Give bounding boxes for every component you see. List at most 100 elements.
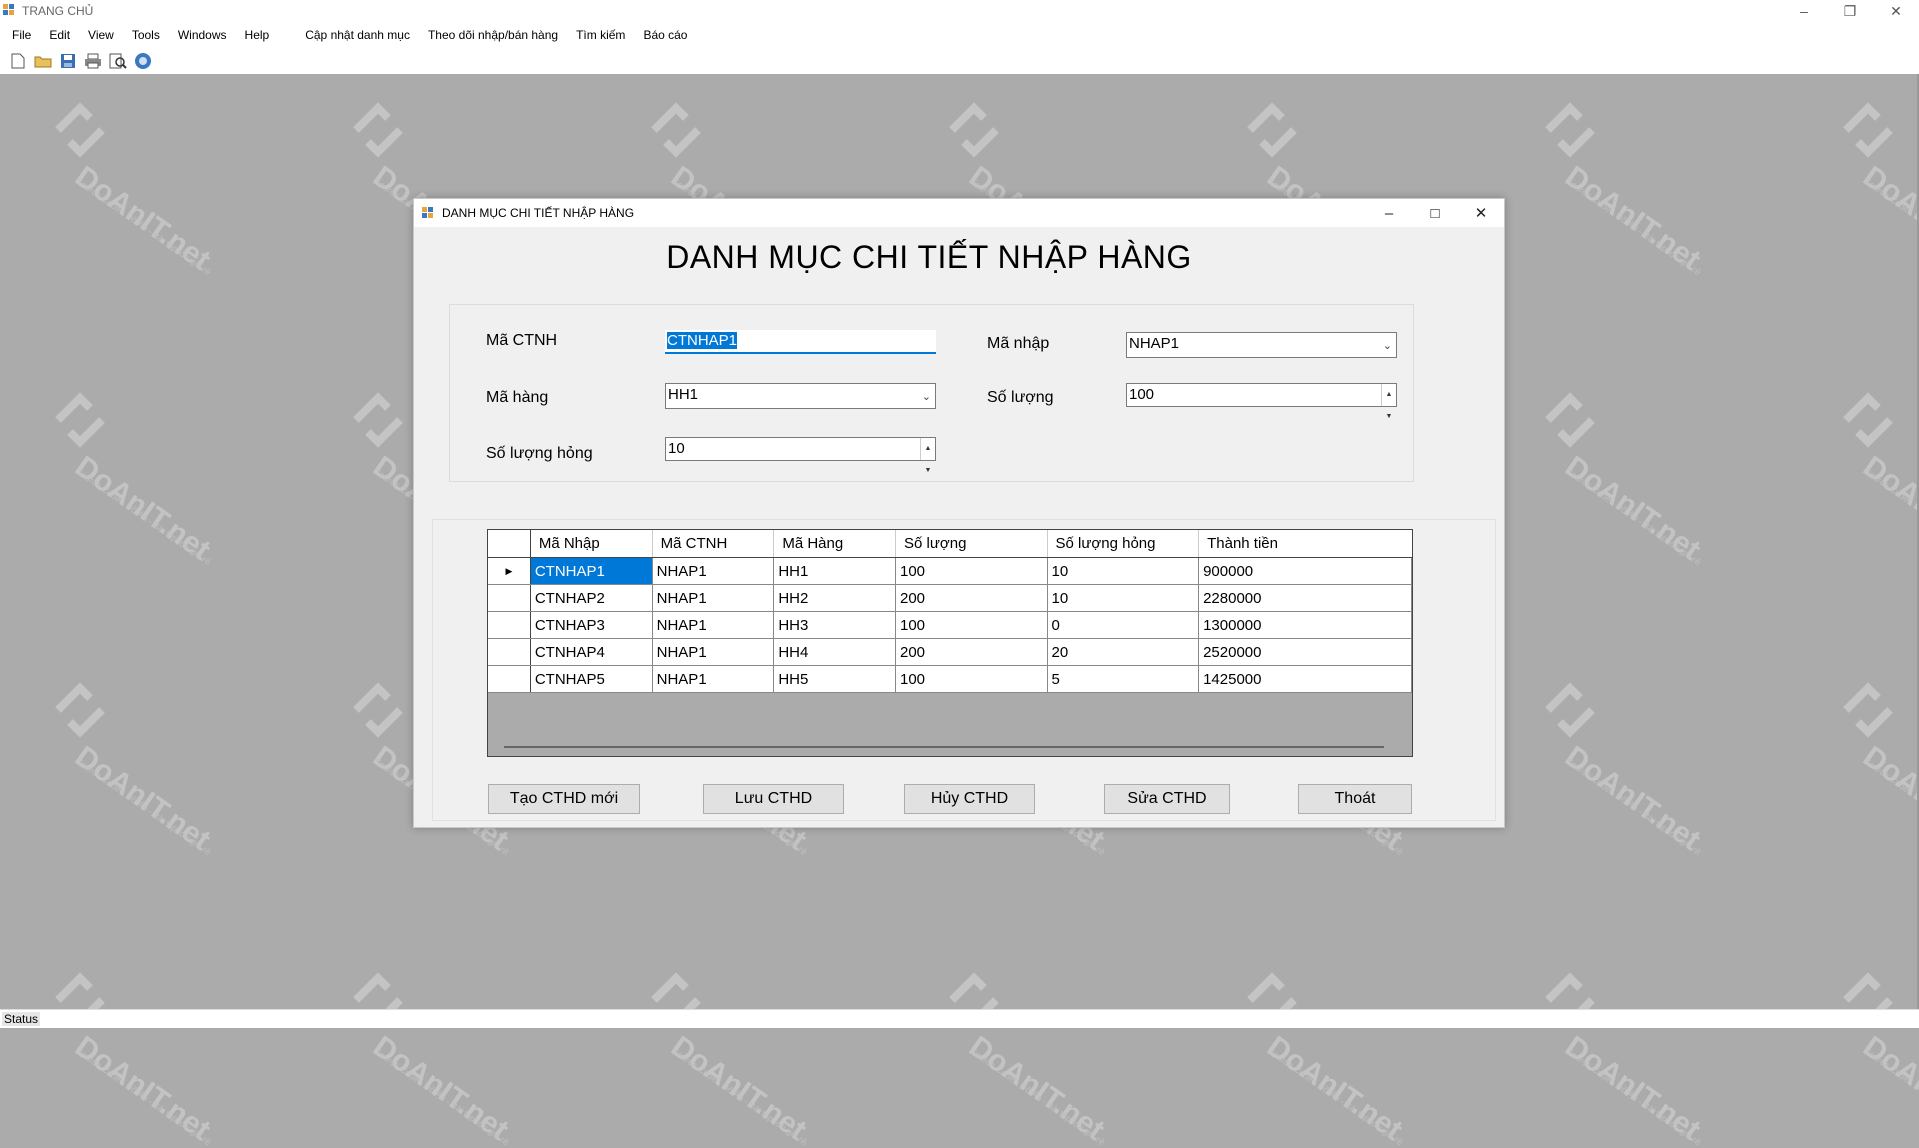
table-cell[interactable]: 1425000 [1198,665,1412,693]
print-preview-icon[interactable] [108,51,128,71]
column-header[interactable]: Thành tiền [1198,530,1412,558]
huy-cthd-button[interactable]: Hủy CTHD [904,784,1035,814]
table-cell[interactable]: 1300000 [1198,611,1412,639]
row-header[interactable] [488,584,531,612]
menu-edit[interactable]: Edit [40,28,79,42]
dialog-minimize-icon[interactable]: – [1366,199,1412,227]
table-cell[interactable]: NHAP1 [652,665,775,693]
chevron-down-icon[interactable]: ⌄ [922,386,931,408]
table-cell[interactable]: CTNHAP2 [530,584,653,612]
menu-cap-nhat-danh-muc[interactable]: Cập nhật danh mục [296,28,419,42]
so-luong-hong-stepper[interactable]: 10 ▲ ▼ [665,437,936,474]
watermark: DoAnIT.netSource Code - Đồ Án - Bài tập … [40,90,250,277]
table-cell[interactable]: CTNHAP5 [530,665,653,693]
column-header[interactable]: Mã Nhập [530,530,653,558]
table-cell[interactable]: 0 [1047,611,1200,639]
open-folder-icon[interactable] [33,51,53,71]
table-cell[interactable]: HH4 [773,638,896,666]
watermark: DoAnIT.netSource Code - Đồ Án - Bài tập … [338,960,548,1147]
current-row-arrow-icon[interactable]: ▶ [488,557,531,585]
row-header[interactable] [488,638,531,666]
menu-help[interactable]: Help [236,28,279,42]
column-header[interactable]: Mã Hàng [773,530,896,558]
spinner-arrows-icon[interactable]: ▲ ▼ [1381,384,1396,420]
table-cell[interactable]: CTNHAP1 [530,557,653,585]
minimize-button[interactable]: – [1781,0,1827,22]
thoat-button[interactable]: Thoát [1298,784,1412,814]
table-cell[interactable]: HH5 [773,665,896,693]
chevron-down-icon[interactable]: ⌄ [1383,335,1392,357]
table-cell[interactable]: 20 [1047,638,1200,666]
menu-windows[interactable]: Windows [169,28,236,42]
table-row[interactable]: ▶ CTNHAP1 NHAP1 HH1 100 10 900000 [488,557,1412,585]
luu-cthd-button[interactable]: Lưu CTHD [703,784,844,814]
new-file-icon[interactable] [8,51,28,71]
table-cell[interactable]: 100 [895,665,1048,693]
so-luong-stepper[interactable]: 100 ▲ ▼ [1126,383,1397,420]
table-cell[interactable]: 100 [895,611,1048,639]
page-title: DANH MỤC CHI TIẾT NHẬP HÀNG [666,239,1192,275]
save-icon[interactable] [58,51,78,71]
sua-cthd-button[interactable]: Sửa CTHD [1104,784,1230,814]
table-cell[interactable]: NHAP1 [652,584,775,612]
help-icon[interactable] [133,51,153,71]
table-cell[interactable]: 100 [895,557,1048,585]
column-header[interactable]: Số lượng [895,530,1048,558]
column-header[interactable]: Mã CTNH [652,530,775,558]
tao-cthd-moi-button[interactable]: Tạo CTHD mới [488,784,640,814]
dialog-close-icon[interactable]: ✕ [1458,199,1504,227]
table-cell[interactable]: HH1 [773,557,896,585]
table-cell[interactable]: CTNHAP3 [530,611,653,639]
row-header[interactable] [488,611,531,639]
row-header[interactable] [488,665,531,693]
label-ma-hang: Mã hàng [486,389,549,406]
table-row[interactable]: CTNHAP2 NHAP1 HH2 200 10 2280000 [488,584,1412,612]
menu-file[interactable]: File [0,28,40,42]
menu-tools[interactable]: Tools [123,28,169,42]
column-header[interactable]: Số lượng hỏng [1047,530,1200,558]
ma-hang-combo[interactable]: HH1 ⌄ [665,383,936,409]
dialog-titlebar: DANH MỤC CHI TIẾT NHẬP HÀNG – □ ✕ [414,199,1504,227]
table-row[interactable]: CTNHAP5 NHAP1 HH5 100 5 1425000 [488,665,1412,693]
menu-view[interactable]: View [79,28,123,42]
ma-nhap-combo[interactable]: NHAP1 ⌄ [1126,332,1397,358]
table-row[interactable]: CTNHAP3 NHAP1 HH3 100 0 1300000 [488,611,1412,639]
spinner-arrows-icon[interactable]: ▲ ▼ [920,438,935,474]
watermark: DoAnIT.netSource Code - Đồ Án - Bài tập … [1828,670,1919,857]
dialog-maximize-icon[interactable]: □ [1412,199,1458,227]
table-cell[interactable]: NHAP1 [652,557,775,585]
dialog-icon [422,207,433,218]
table-cell[interactable]: 5 [1047,665,1200,693]
ma-ctnh-input[interactable]: CTNHAP1 [665,330,936,354]
table-cell[interactable]: 200 [895,638,1048,666]
main-titlebar: TRANG CHỦ – ❐ ✕ [0,0,1919,22]
menu-theo-doi[interactable]: Theo dõi nhập/bán hàng [419,28,567,42]
horizontal-scrollbar[interactable] [504,746,1384,748]
table-cell[interactable]: 200 [895,584,1048,612]
table-row[interactable]: CTNHAP4 NHAP1 HH4 200 20 2520000 [488,638,1412,666]
menu-tim-kiem[interactable]: Tìm kiếm [567,28,634,42]
watermark: DoAnIT.netSource Code - Đồ Án - Bài tập … [1828,90,1919,277]
restore-button[interactable]: ❐ [1827,0,1873,22]
print-icon[interactable] [83,51,103,71]
table-cell[interactable]: NHAP1 [652,611,775,639]
close-button[interactable]: ✕ [1873,0,1919,22]
label-ma-ctnh: Mã CTNH [486,332,558,349]
table-cell[interactable]: NHAP1 [652,638,775,666]
data-grid[interactable]: Mã Nhập Mã CTNH Mã Hàng Số lượng Số lượn… [487,529,1413,757]
table-cell[interactable]: 2280000 [1198,584,1412,612]
watermark: DoAnIT.netSource Code - Đồ Án - Bài tập … [40,960,250,1147]
table-cell[interactable]: 10 [1047,584,1200,612]
table-cell[interactable]: 2520000 [1198,638,1412,666]
table-cell[interactable]: 900000 [1198,557,1412,585]
dialog-chi-tiet-nhap-hang: DANH MỤC CHI TIẾT NHẬP HÀNG – □ ✕ DANH M… [413,198,1505,828]
watermark: DoAnIT.netSource Code - Đồ Án - Bài tập … [1530,380,1740,567]
dialog-title: DANH MỤC CHI TIẾT NHẬP HÀNG [442,206,635,220]
table-cell[interactable]: HH2 [773,584,896,612]
table-cell[interactable]: CTNHAP4 [530,638,653,666]
watermark: DoAnIT.netSource Code - Đồ Án - Bài tập … [40,380,250,567]
menu-bao-cao[interactable]: Báo cáo [634,28,696,42]
table-cell[interactable]: 10 [1047,557,1200,585]
label-ma-nhap: Mã nhập [987,335,1050,352]
table-cell[interactable]: HH3 [773,611,896,639]
